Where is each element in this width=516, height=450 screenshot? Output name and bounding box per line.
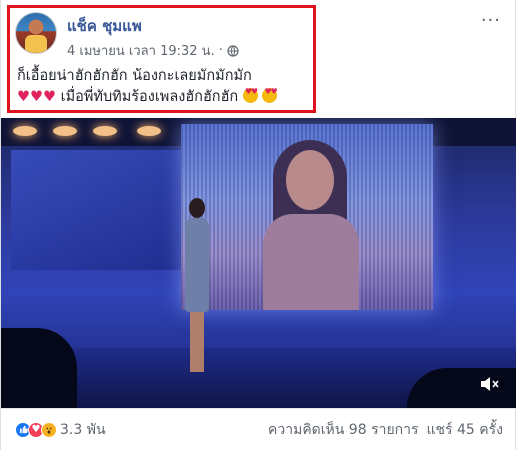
ceiling-light	[93, 126, 117, 136]
shares-count-link[interactable]: แชร์ 45 ครั้ง	[427, 419, 503, 441]
heart-eyes-icon	[242, 88, 258, 103]
ceiling-light	[13, 126, 37, 136]
post-footer: ♥ 3.3 พัน ความคิดเห็น 98 รายการ แชร์ 45 …	[1, 408, 516, 450]
caption-line-2: ♥♥♥ เมื่อพี่ทับทิมร้องเพลงฮักฮักฮัก	[17, 87, 317, 108]
video-scene-banner	[11, 150, 181, 270]
post-caption: ก็เอื้อยน่าฮักฮักฮัก น้องกะเลยมักมักมัก …	[17, 66, 317, 108]
engagement-counts: ความคิดเห็น 98 รายการ แชร์ 45 ครั้ง	[268, 419, 503, 441]
video-scene-singer	[179, 198, 213, 376]
reaction-icons: ♥	[15, 421, 57, 438]
singer-dress	[185, 218, 209, 312]
more-options-button[interactable]: ···	[481, 10, 501, 31]
avatar-detail	[25, 35, 47, 53]
author-avatar[interactable]	[15, 12, 57, 54]
audience-silhouette	[1, 328, 77, 408]
caption-line-2-text: เมื่อพี่ทับทิมร้องเพลงฮักฮักฮัก	[56, 89, 243, 105]
comments-count-link[interactable]: ความคิดเห็น 98 รายการ	[268, 419, 419, 441]
author-name[interactable]: แช็ค ชุมแพ	[67, 14, 142, 38]
post-meta: 4 เมษายน เวลา 19:32 น. ·	[67, 40, 239, 61]
heart-eyes-icon	[262, 88, 278, 103]
meta-separator: ·	[218, 43, 223, 58]
video-player[interactable]	[1, 118, 516, 408]
post-timestamp[interactable]: 4 เมษายน เวลา 19:32 น.	[67, 40, 215, 61]
wow-icon	[41, 421, 57, 438]
ceiling-light	[53, 126, 77, 136]
globe-icon[interactable]	[227, 44, 239, 57]
ceiling-light	[137, 126, 161, 136]
singer-legs	[190, 312, 204, 372]
screen-singer-body	[263, 214, 359, 310]
post-card: แช็ค ชุมแพ 4 เมษายน เวลา 19:32 น. · ··· …	[0, 0, 516, 450]
reactions-summary[interactable]: ♥ 3.3 พัน	[15, 419, 106, 441]
caption-line-1: ก็เอื้อยน่าฮักฮักฮัก น้องกะเลยมักมักมัก	[17, 68, 252, 84]
mute-icon[interactable]	[479, 374, 501, 394]
singer-head	[189, 198, 205, 218]
hearts-emoji: ♥♥♥	[17, 89, 56, 105]
screen-singer-face	[286, 150, 334, 210]
reaction-count: 3.3 พัน	[60, 421, 106, 438]
video-scene-led-screen	[181, 124, 433, 310]
